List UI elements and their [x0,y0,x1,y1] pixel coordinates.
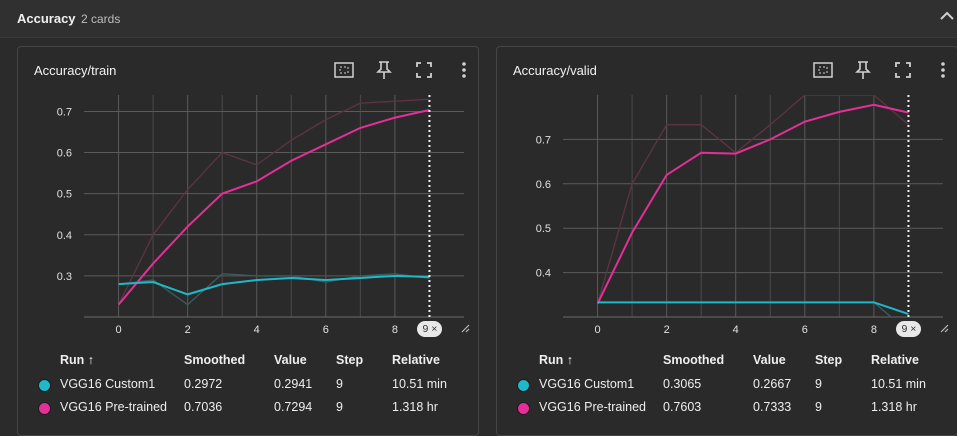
run-color-swatch[interactable] [38,402,51,415]
fullscreen-icon[interactable] [891,59,915,81]
legend-cell-smoothed: 0.2972 [184,377,223,391]
legend-cell-run: VGG16 Custom1 [539,377,635,391]
run-color-swatch[interactable] [517,402,530,415]
legend-cell-step: 9 [815,377,822,391]
legend-cell-relative: 1.318 hr [392,400,438,414]
fullscreen-icon[interactable] [412,59,436,81]
accuracy-line-chart[interactable]: 0 2 4 6 8 0.3 0.4 0.5 0.6 0.7 [18,89,478,339]
x-tick-label: 0 [594,324,600,336]
x-tick-label: 2 [185,324,191,336]
legend-cell-step: 9 [336,400,343,414]
legend-cell-smoothed: 0.7603 [663,400,702,414]
legend-header-relative: Relative [392,353,440,367]
y-tick-label: 0.5 [57,189,72,201]
legend-cell-value: 0.2667 [753,377,792,391]
legend-header-step: Step [815,353,843,367]
accuracy-line-chart[interactable]: 0 2 4 6 8 0.4 0.5 0.6 0.7 [497,89,957,339]
x-tick-label: 4 [733,324,739,336]
group-title: Accuracy [17,11,76,26]
legend-cell-value: 0.2941 [274,377,313,391]
legend-cell-relative: 10.51 min [392,377,447,391]
legend-row[interactable]: VGG16 Pre-trained 0.7036 0.7294 9 1.318 hr [34,400,474,422]
card-toolbar [332,59,472,81]
legend-cell-run: VGG16 Custom1 [60,377,156,391]
legend-cell-value: 0.7333 [753,400,792,414]
legend-cell-run: VGG16 Pre-trained [539,400,646,414]
x-tick-label: 8 [871,324,877,336]
run-color-swatch[interactable] [517,379,530,392]
more-vert-icon[interactable] [452,59,476,81]
fit-domain-icon[interactable] [332,59,356,81]
y-tick-label: 0.4 [57,230,72,242]
group-header[interactable]: Accuracy 2 cards [0,0,957,38]
legend-cell-relative: 1.318 hr [871,400,917,414]
legend-row[interactable]: VGG16 Custom1 0.3065 0.2667 9 10.51 min [513,377,953,399]
legend-header-step: Step [336,353,364,367]
legend-cell-step: 9 [815,400,822,414]
legend-cell-smoothed: 0.3065 [663,377,702,391]
y-tick-label: 0.4 [536,268,551,280]
legend-row[interactable]: VGG16 Custom1 0.2972 0.2941 9 10.51 min [34,377,474,399]
y-tick-label: 0.6 [57,148,72,160]
pin-icon[interactable] [372,59,396,81]
y-tick-label: 0.5 [536,223,551,235]
legend-header-smoothed: Smoothed [184,353,246,367]
step-selector-badge[interactable]: 9 × [417,321,443,337]
card-toolbar [811,59,951,81]
legend-header-row: Run ↑ Smoothed Value Step Relative [34,353,474,375]
legend-cell-run: VGG16 Pre-trained [60,400,167,414]
legend-cell-relative: 10.51 min [871,377,926,391]
resize-grip-icon[interactable] [939,323,949,333]
resize-grip-icon[interactable] [460,323,470,333]
legend-header-smoothed: Smoothed [663,353,725,367]
y-tick-label: 0.3 [57,271,72,283]
legend-header-value: Value [274,353,307,367]
legend-cell-smoothed: 0.7036 [184,400,223,414]
chart-card-valid: Accuracy/valid 0 2 4 6 8 0.4 0.5 0.6 0.7 9 × Run ↑ S… [496,46,957,436]
legend-row[interactable]: VGG16 Pre-trained 0.7603 0.7333 9 1.318 hr [513,400,953,422]
chevron-up-icon[interactable] [939,9,955,23]
pin-icon[interactable] [851,59,875,81]
x-tick-label: 6 [323,324,329,336]
card-title: Accuracy/valid [513,63,597,78]
y-tick-label: 0.7 [536,134,551,146]
more-vert-icon[interactable] [931,59,955,81]
legend-header-relative: Relative [871,353,919,367]
chart-card-train: Accuracy/train 0 2 4 6 8 0.3 0.4 0.5 0.6 0.7 9 × Run… [17,46,479,436]
x-tick-label: 2 [664,324,670,336]
y-tick-label: 0.6 [536,179,551,191]
card-title: Accuracy/train [34,63,117,78]
smoothed-line-custom1 [118,274,430,296]
legend-header-value: Value [753,353,786,367]
x-tick-label: 0 [115,324,121,336]
run-color-swatch[interactable] [38,379,51,392]
legend-header-run[interactable]: Run ↑ [60,353,94,367]
x-tick-label: 8 [392,324,398,336]
legend-cell-value: 0.7294 [274,400,313,414]
legend-header-row: Run ↑ Smoothed Value Step Relative [513,353,953,375]
x-tick-label: 4 [254,324,260,336]
x-tick-label: 6 [802,324,808,336]
card-count: 2 cards [81,12,121,26]
legend-header-run[interactable]: Run ↑ [539,353,573,367]
y-tick-label: 0.7 [57,106,72,118]
legend-cell-step: 9 [336,377,343,391]
smoothed-line-custom1 [597,301,909,316]
smoothed-line-pretrained [596,103,909,305]
step-selector-badge[interactable]: 9 × [896,321,922,337]
fit-domain-icon[interactable] [811,59,835,81]
